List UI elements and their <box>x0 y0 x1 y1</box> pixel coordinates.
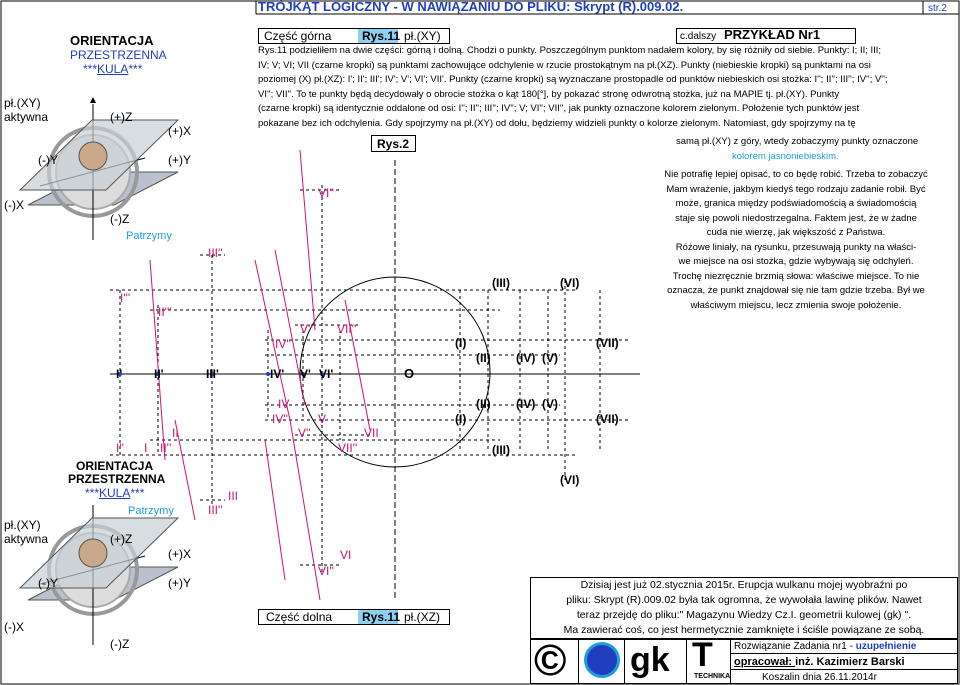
author-label: opracował: inż. Kazimierz Barski <box>734 656 905 668</box>
top-fig-label: Rys.11 <box>362 29 401 43</box>
footer-note: Dzisiaj jest już 02.stycznia 2015r. Erup… <box>563 579 925 636</box>
looking-label: Patrzymy <box>126 230 172 242</box>
bottom-part-label: Część dolna <box>266 610 333 624</box>
axis-label-VI: VI' <box>319 367 334 381</box>
place-date-label: Koszalin dnia 26.11.2014r <box>762 672 877 683</box>
top-part-label: Część górna <box>264 29 332 43</box>
roman-lower-IV: (IV) <box>516 397 536 411</box>
axis-minus-y-bottom: (-)Y <box>38 576 58 590</box>
intro-paragraph-cont: samą pł.(XY) z góry, wtedy zobaczymy pun… <box>676 136 919 162</box>
gk-logo: gk <box>630 641 670 679</box>
label-I-low: I <box>144 441 148 455</box>
label-VII2-low: VII'' <box>338 441 358 455</box>
axis-minus-x: (-)X <box>4 198 24 212</box>
label-II-low: II <box>172 426 179 440</box>
label-III2: III'' <box>208 246 223 260</box>
label-II3: II''' <box>158 305 172 319</box>
label-VI-low: VI <box>340 548 352 562</box>
plane-xy-label-bottom: pł.(XY) <box>4 518 41 532</box>
orientation-title-bottom: ORIENTACJA <box>76 459 154 473</box>
axis-plus-y: (+)Y <box>168 153 192 167</box>
origin-label: O <box>404 366 415 381</box>
label-III-low: III <box>228 489 239 503</box>
roman-upper-IV: (IV) <box>516 351 536 365</box>
label-I3: I''' <box>120 291 131 305</box>
roman-upper-I: (I) <box>455 336 467 350</box>
label-IV2: IV'' <box>275 337 291 351</box>
top-plane-label: pł.(XY) <box>404 29 441 43</box>
label-V2-low: V'' <box>298 426 311 440</box>
label-II2-low: II'' <box>160 441 172 455</box>
bottom-fig-label: Rys.11 <box>362 610 401 624</box>
active-label-bottom: aktywna <box>4 532 49 546</box>
axis-label-V: V' <box>300 367 311 381</box>
plane-xy-label: pł.(XY) <box>4 96 41 110</box>
roman-upper-III: (III) <box>492 276 510 290</box>
roman-lower-II: (II) <box>476 397 491 411</box>
roman-lower-VII: (VII) <box>596 412 619 426</box>
gk-seal-icon <box>584 642 620 678</box>
orientation-subtitle: PRZESTRZENNA <box>70 48 167 62</box>
technika-label: TECHNIKA <box>694 673 731 680</box>
orientation-subtitle-bottom: PRZESTRZENNA <box>68 472 166 486</box>
right-paragraph: Nie potrafię lepiej opisać, to co będę r… <box>664 169 928 311</box>
roman-lower-V: (V) <box>542 397 558 411</box>
roman-lower-VI: (VI) <box>560 473 580 487</box>
label-IV2-low: IV'' <box>272 412 288 426</box>
kula-label-bottom: ***KULA*** <box>85 486 145 500</box>
orientation-sphere-bottom <box>18 505 180 645</box>
t-logo: T <box>692 636 713 674</box>
roman-lower-III: (III) <box>492 443 510 457</box>
axis-label-IV: IV' <box>270 367 285 381</box>
axis-minus-z: (-)Z <box>110 212 130 226</box>
label-VII-low: VII <box>364 426 379 440</box>
label-VII2: VII'' <box>337 322 357 336</box>
roman-upper-VI: (VI) <box>560 276 580 290</box>
axis-label-III: III' <box>206 367 219 381</box>
roman-upper-II: (II) <box>476 351 491 365</box>
kula-label: ***KULA*** <box>83 62 143 76</box>
axis-label-I: I' <box>116 367 123 381</box>
label-V2: V'' <box>300 322 313 336</box>
task-label: Rozwiązanie Zadania nr1 - uzupełnienie <box>734 641 917 652</box>
axis-minus-y: (-)Y <box>38 153 58 167</box>
axis-minus-z-bottom: (-)Z <box>110 637 130 651</box>
label-VI2-low: VI'' <box>318 564 334 578</box>
intro-paragraph: Rys.11 podzieliłem na dwie części: górną… <box>258 45 888 129</box>
axis-plus-y-bottom: (+)Y <box>168 576 192 590</box>
roman-lower-I: (I) <box>455 412 467 426</box>
label-V-low: V <box>318 412 327 426</box>
axis-plus-z-bottom: (+)Z <box>110 532 133 546</box>
continued-label: c.dalszy <box>680 31 717 42</box>
axis-plus-z: (+)Z <box>110 110 133 124</box>
page-number: str.2 <box>928 3 947 14</box>
roman-upper-V: (V) <box>542 351 558 365</box>
axis-plus-x-bottom: (+)X <box>168 547 192 561</box>
bottom-plane-label: pł.(XZ) <box>404 610 440 624</box>
example-label: PRZYKŁAD Nr1 <box>724 27 821 42</box>
copyright-icon: © <box>534 636 567 685</box>
orientation-title: ORIENTACJA <box>70 33 154 48</box>
looking-label-bottom: Patrzymy <box>128 505 174 517</box>
roman-upper-VII: (VII) <box>596 336 619 350</box>
label-I2-low: I'' <box>116 441 124 455</box>
label-VI2: VI'' <box>318 186 334 200</box>
active-label: aktywna <box>4 110 49 124</box>
page-title: TRÓJKĄT LOGICZNY - W NAWIĄZANIU DO PLIKU… <box>258 0 684 14</box>
label-III2-low: III'' <box>208 503 223 517</box>
axis-label-II: II' <box>154 367 164 381</box>
fig2-label: Rys.2 <box>377 137 410 151</box>
label-IV-low: IV <box>278 397 290 411</box>
axis-plus-x: (+)X <box>168 124 192 138</box>
axis-minus-x-bottom: (-)X <box>4 620 24 634</box>
